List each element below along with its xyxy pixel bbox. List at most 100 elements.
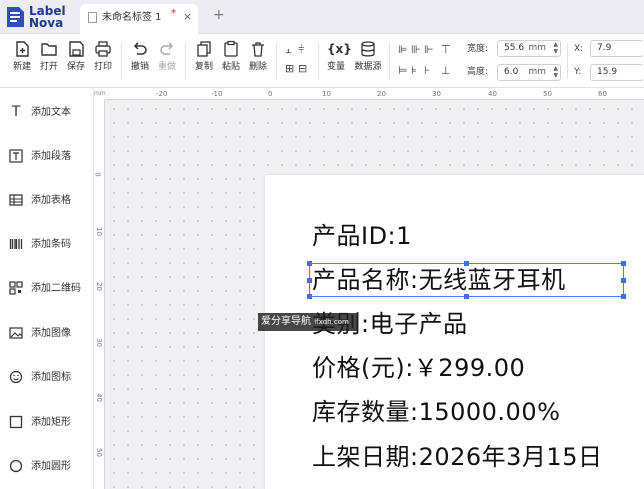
undo-label: 撤销 [130, 62, 149, 72]
delete-button[interactable]: 删除 [245, 38, 271, 80]
printer-icon [95, 41, 111, 57]
image-icon [9, 327, 23, 339]
new-tab-button[interactable]: + [213, 7, 225, 23]
align-left-icon[interactable]: ⊫ [398, 44, 408, 56]
sidebar-item-add-qrcode[interactable]: 添加二维码 [0, 278, 94, 300]
save-button[interactable]: 保存 [63, 38, 89, 80]
resize-handle[interactable] [464, 294, 469, 299]
undo-button[interactable]: 撤销 [127, 38, 153, 80]
design-canvas[interactable]: -20 -10 0 10 20 30 40 50 60 mm 0 10 20 3… [94, 88, 644, 489]
copy-label: 复制 [194, 62, 213, 72]
height-value: 6.0 [504, 67, 519, 77]
logo-text-line2: Nova [29, 16, 64, 30]
table-icon [9, 194, 23, 206]
ruler-tick-label: 20 [377, 90, 386, 98]
variable-button[interactable]: {x} 变量 [323, 38, 352, 80]
redo-label: 重做 [157, 62, 176, 72]
sidebar-item-add-barcode[interactable]: 添加条码 [0, 234, 94, 256]
resize-handle[interactable] [621, 261, 626, 266]
ruler-tick-label: 50 [543, 90, 552, 98]
tab-close-button[interactable]: × [183, 11, 192, 23]
label-text-price[interactable]: 价格(元):￥299.00 [312, 354, 525, 382]
sidebar-item-add-text[interactable]: T 添加文本 [0, 102, 94, 124]
label-text-stock[interactable]: 库存数量:15000.00% [312, 398, 560, 426]
ruler-tick-label: 60 [598, 90, 607, 98]
ruler-tick-label: 0 [268, 90, 273, 98]
print-button[interactable]: 打印 [90, 38, 116, 80]
rectangle-icon [9, 415, 23, 429]
save-label: 保存 [66, 62, 85, 72]
align-right-icon[interactable]: ⊩ [424, 44, 434, 56]
print-label: 打印 [93, 62, 112, 72]
sidebar-item-label: 添加圆形 [31, 461, 71, 472]
copy-icon [197, 41, 211, 57]
redo-icon [160, 42, 174, 55]
delete-label: 删除 [248, 62, 267, 72]
toolbar-divider [567, 43, 568, 79]
title-bar: Label Nova 未命名标签 1 * × + [0, 0, 644, 34]
align-center-h-icon[interactable]: ⊪ [411, 44, 421, 56]
resize-handle[interactable] [307, 261, 312, 266]
resize-handle[interactable] [307, 294, 312, 299]
height-input[interactable]: 6.0 mm ▲ ▼ [497, 64, 561, 81]
sidebar-item-label: 添加表格 [31, 195, 71, 206]
paste-label: 粘贴 [221, 62, 240, 72]
open-button[interactable]: 打开 [36, 38, 62, 80]
ruler-tick-label: 30 [94, 338, 103, 347]
ungroup-icon[interactable]: ⊟ [298, 63, 307, 75]
undo-icon [133, 42, 147, 55]
toolbar-divider [121, 43, 122, 79]
align-middle-icon[interactable]: ⊨ [398, 65, 408, 77]
resize-handle[interactable] [307, 278, 312, 283]
sidebar-item-add-icon[interactable]: 添加图标 [0, 367, 94, 389]
paste-button[interactable]: 粘贴 [218, 38, 244, 80]
distribute-v-icon[interactable]: ⊦ [424, 65, 430, 77]
ruler-tick-label: 40 [488, 90, 497, 98]
copy-button[interactable]: 复制 [191, 38, 217, 80]
sidebar-item-add-image[interactable]: 添加图像 [0, 323, 94, 345]
width-value: 55.6 [504, 43, 525, 53]
datasource-label: 数据源 [354, 62, 382, 72]
align-bottom-icon[interactable]: ⊥ [441, 65, 451, 77]
group-icon[interactable]: ⊞ [285, 63, 294, 75]
sidebar-item-add-rectangle[interactable]: 添加矩形 [0, 412, 94, 434]
datasource-button[interactable]: 数据源 [353, 38, 383, 80]
sidebar-item-add-table[interactable]: 添加表格 [0, 190, 94, 212]
label-text-product-id[interactable]: 产品ID:1 [312, 222, 412, 250]
label-text-date[interactable]: 上架日期:2026年3月15日 [312, 443, 602, 471]
logo-icon [7, 7, 24, 27]
width-stepper-icon[interactable]: ▲ ▼ [553, 41, 558, 55]
align-top-edge-icon[interactable]: ⊤ [441, 44, 451, 56]
paragraph-icon [9, 149, 23, 163]
sidebar-item-add-circle[interactable]: 添加圆形 [0, 456, 94, 478]
new-button[interactable]: 新建 [9, 38, 35, 80]
redo-button[interactable]: 重做 [154, 38, 180, 80]
width-unit: mm [528, 43, 546, 53]
width-input[interactable]: 55.6 mm ▲ ▼ [497, 40, 561, 57]
modified-indicator: * [171, 8, 176, 19]
y-label: Y: [574, 67, 582, 77]
resize-handle[interactable] [621, 278, 626, 283]
watermark: 爱分享导航 ifxdh.com [258, 313, 358, 331]
align-center-v-icon[interactable]: ⊧ [411, 65, 417, 77]
resize-handle[interactable] [464, 261, 469, 266]
height-stepper-icon[interactable]: ▲ ▼ [553, 65, 558, 79]
align-top-icon[interactable]: ⫠ [285, 44, 292, 56]
resize-handle[interactable] [621, 294, 626, 299]
sidebar-item-add-paragraph[interactable]: 添加段落 [0, 146, 94, 168]
sidebar-item-label: 添加文本 [31, 107, 71, 118]
ruler-tick-label: 50 [94, 448, 103, 457]
ruler-tick-label: 10 [322, 90, 331, 98]
ruler-tick-label: 10 [94, 227, 103, 236]
emoji-icon [9, 370, 23, 384]
distribute-icon[interactable]: ⫩ [298, 44, 304, 56]
variable-icon: {x} [327, 42, 352, 56]
y-input[interactable]: 15.9 [590, 64, 644, 81]
x-input[interactable]: 7.9 [590, 40, 644, 57]
height-unit: mm [528, 67, 546, 77]
toolbar-divider [318, 43, 319, 79]
document-tab[interactable]: 未命名标签 1 * × [80, 4, 198, 34]
sidebar-item-label: 添加图像 [31, 328, 71, 339]
label-page[interactable]: 产品ID:1 产品名称:无线蓝牙耳机 类别:电子产品 价格(元):￥299.00… [265, 175, 644, 489]
new-label: 新建 [12, 62, 31, 72]
